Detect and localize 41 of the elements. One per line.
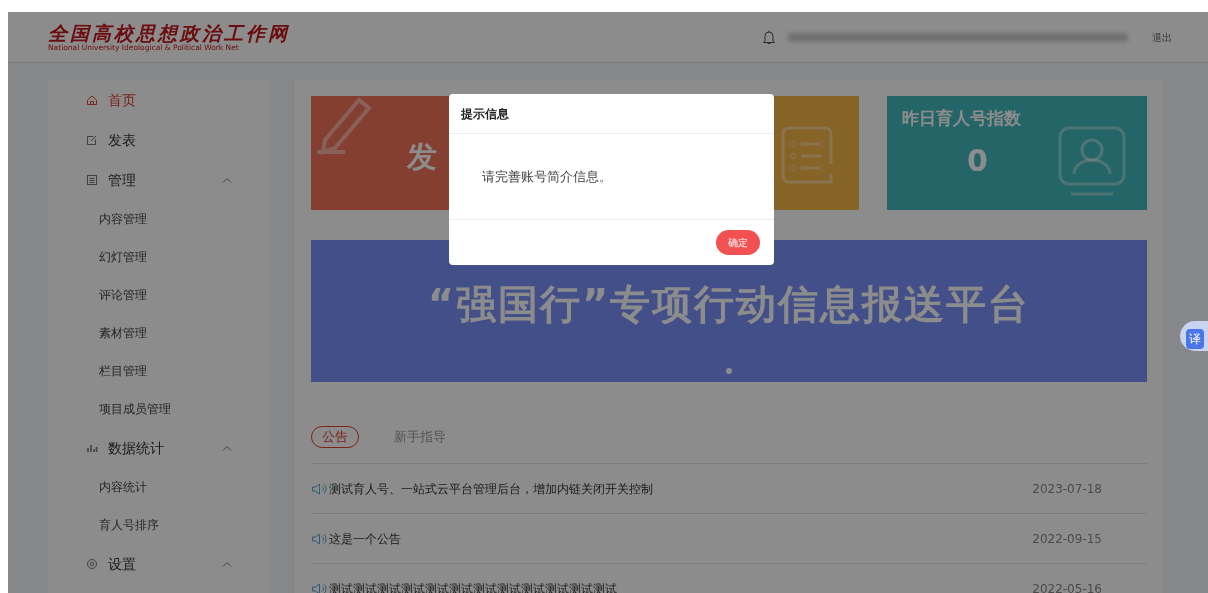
caret-icon [222,177,232,183]
notice-link[interactable]: 这是一个公告 [329,529,401,548]
modal-message: 请完善账号简介信息。 [482,167,612,186]
banner-title: “强国行”专项行动信息报送平台 [427,280,1031,329]
notice-date: 2022-05-16 [1032,580,1102,593]
logout-link[interactable]: 退出 [1152,29,1172,45]
home-icon [86,94,98,106]
sidebar-subitem[interactable]: 内容统计 [48,468,270,506]
notice-date: 2022-09-15 [1032,530,1102,548]
confirm-button[interactable]: 确定 [716,230,760,255]
sidebar-item[interactable]: 管理 [48,160,270,200]
modal-title: 提示信息 [449,94,774,134]
bell-icon [762,29,776,45]
translate-button[interactable]: 译 [1180,321,1208,351]
card-title: 发 [407,138,437,176]
sidebar-item[interactable]: 首页 [48,80,270,120]
notice-date: 2023-07-18 [1032,480,1102,498]
carousel-dot[interactable] [726,368,732,374]
settings-icon [86,558,98,570]
sidebar-subitem[interactable]: 项目成员管理 [48,390,270,428]
sidebar-subitem[interactable]: 幻灯管理 [48,238,270,276]
notice-link[interactable]: 测试育人号、一站式云平台管理后台，增加内链关闭开关控制 [329,479,653,498]
caret-icon [222,445,232,451]
sidebar-subitem[interactable]: 栏目管理 [48,352,270,390]
sidebar-item[interactable]: 发表 [48,120,270,160]
speaker-icon [311,581,327,593]
sidebar-item[interactable]: 数据统计 [48,428,270,468]
sidebar-subitem[interactable]: 内容管理 [48,200,270,238]
edit-icon [86,134,98,146]
speaker-icon [311,531,327,546]
list-icon [86,174,98,186]
sidebar-subitem[interactable]: 素材管理 [48,314,270,352]
sidebar-item[interactable]: 设置 [48,544,270,584]
card-value: 0 [967,142,988,180]
card-title: 昨日育人号指数 [902,107,1021,130]
sidebar-subitem[interactable]: 评论管理 [48,276,270,314]
sidebar-subitem[interactable]: 育人号排序 [48,506,270,544]
bar-chart-icon [86,442,98,454]
speaker-icon [311,481,327,496]
logo-title: 全国高校思想政治工作网 [48,22,290,44]
caret-icon [222,561,232,567]
